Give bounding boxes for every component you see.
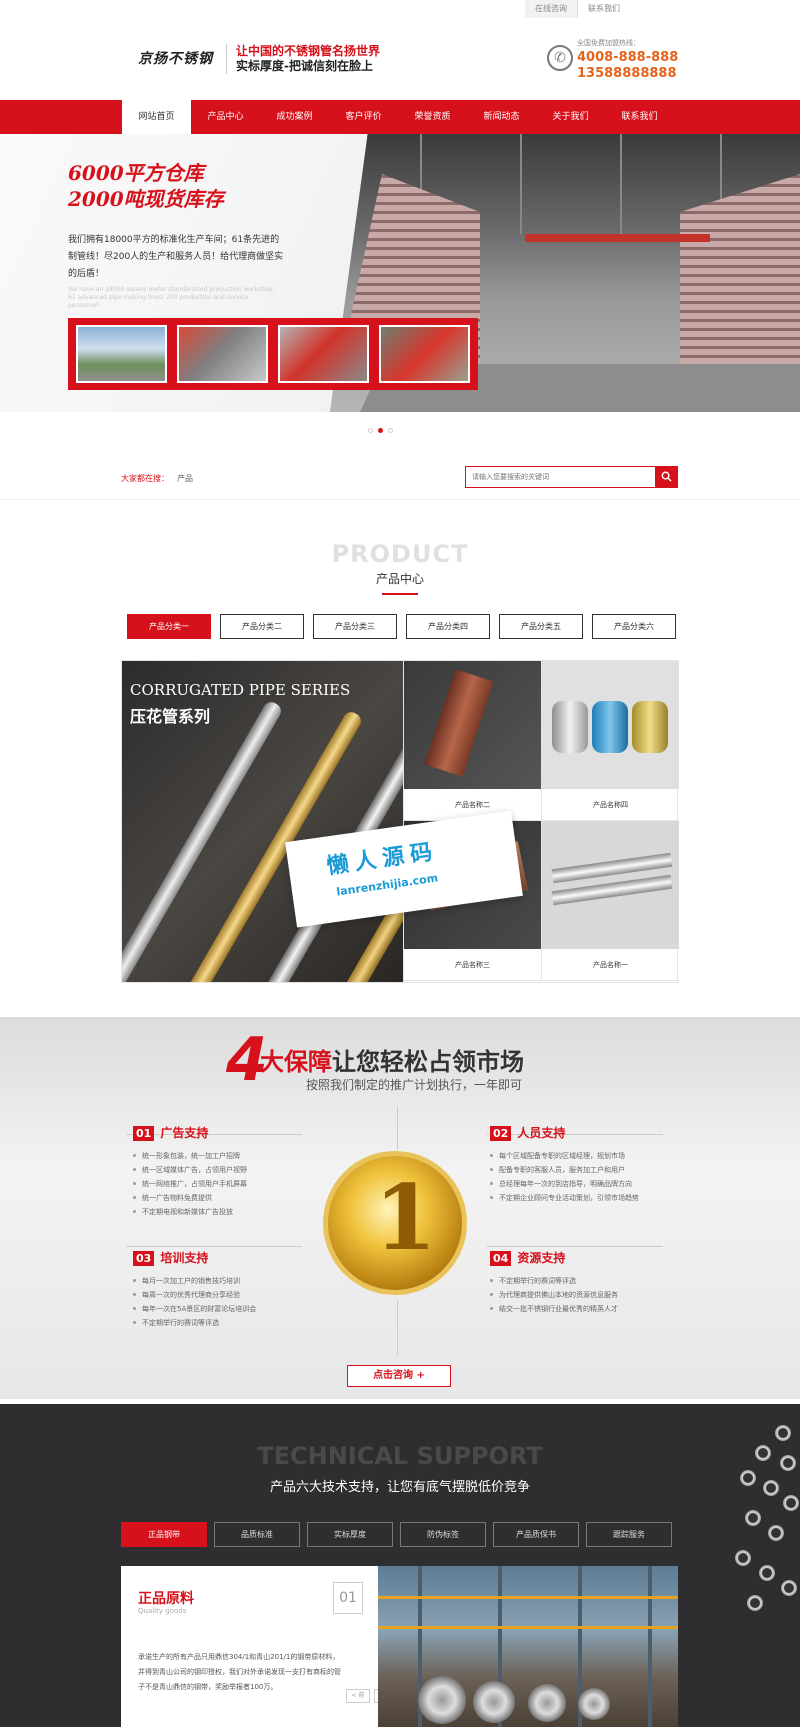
guarantee-subheading: 按照我们制定的推广计划执行，一年即可 [306,1078,523,1092]
product-tab-3[interactable]: 产品分类三 [313,614,397,639]
top-link-consult[interactable]: 在线咨询 [525,0,577,18]
hot-search-keyword[interactable]: 产品 [177,473,193,484]
search-input[interactable] [466,467,655,487]
product-tab-4[interactable]: 产品分类四 [406,614,490,639]
phone-icon: ✆ [547,45,573,71]
featured-title-cn: 压花管系列 [130,707,211,726]
product-tab-2[interactable]: 产品分类二 [220,614,304,639]
crane-beam [525,234,710,242]
nav-news[interactable]: 新闻动态 [467,100,536,134]
product-grid: CORRUGATED PIPE SERIES 压花管系列 产品名称二 产品名称四… [121,660,679,983]
tech-card-text: 承诺生产的所有产品只用鼎信304/1和青山201/1的钢带原材料，并得到青山公司… [138,1653,341,1691]
tech-card-title: 正品原料 [138,1591,194,1607]
nav-home[interactable]: 网站首页 [122,100,191,134]
breadcrumb: 大家都在搜： 产品 [0,462,800,500]
banner-headline: 6000平方仓库 2000吨现货库存 [68,161,224,211]
featured-product[interactable]: CORRUGATED PIPE SERIES 压花管系列 [122,661,403,982]
product-card[interactable]: 产品名称四 [541,661,679,821]
slider-dot-active[interactable] [378,428,383,433]
search-button[interactable] [655,467,677,487]
product-tabs: 产品分类一 产品分类二 产品分类三 产品分类四 产品分类五 产品分类六 [127,614,676,639]
nav-cases[interactable]: 成功案例 [260,100,329,134]
guarantee-box-2: 02 人员支持 每个区域配备专职的区域经理，规划市场 配备专职的客服人员，服务加工… [490,1122,670,1205]
steel-coil-factory-photo [378,1566,678,1727]
search-box [465,466,678,488]
tech-card-number: 01 [333,1582,363,1614]
tech-title-cn: 产品六大技术支持，让您有底气摆脱低价竞争 [269,1480,530,1495]
tech-tabs: 正品钢带 品质标准 实标厚度 防伪标签 产品质保书 跟踪服务 [121,1522,672,1547]
nav-about[interactable]: 关于我们 [536,100,605,134]
slogan-line-2: 实标厚度-把诚信刻在脸上 [236,59,373,73]
top-bar: 在线咨询 联系我们 [0,0,800,18]
thumb-worker-2 [278,325,369,383]
hot-search-label: 大家都在搜： [121,474,169,483]
tech-card-subtitle: Quality goods [138,1607,187,1615]
slider-dot[interactable] [368,428,373,433]
featured-title-en: CORRUGATED PIPE SERIES [130,681,351,699]
product-name[interactable]: 产品名称四 [542,789,679,821]
tech-title-en: TECHNICAL SUPPORT [257,1442,543,1470]
product-title-en: PRODUCT [331,540,469,568]
nav-reviews[interactable]: 客户评价 [329,100,398,134]
product-tab-6[interactable]: 产品分类六 [592,614,676,639]
thumb-worker-1 [177,325,268,383]
tech-tab-5[interactable]: 产品质保书 [493,1522,579,1547]
gold-medal-image: 1 [323,1151,467,1295]
top-link-contact[interactable]: 联系我们 [577,0,630,18]
hotline-phone-1: 4008-888-888 [577,50,679,65]
product-name[interactable]: 产品名称三 [404,949,541,981]
hero-banner[interactable]: 6000平方仓库 2000吨现货库存 我们拥有18000平方的标准化生产车间；6… [0,134,800,412]
slider-dots [368,428,393,433]
guarantee-box-4: 04 资源支持 不定期举行的赛词等评选 为代理商提供佛山本地的资源信息服务 结交一… [490,1247,670,1316]
consult-button[interactable]: 点击咨询 + [347,1365,451,1387]
search-icon [661,471,672,482]
product-card[interactable]: 产品名称一 [541,821,679,981]
slogan-line-1: 让中国的不锈钢管名扬世界 [236,44,381,58]
tech-support-section: TECHNICAL SUPPORT 产品六大技术支持，让您有底气摆脱低价竞争 正… [0,1404,800,1727]
hotline-phone-2: 13588888888 [577,66,677,81]
banner-thumb-strip [68,318,478,390]
guarantee-heading: 大保障让您轻松占领市场 [260,1048,524,1076]
steel-pipes-decoration [735,1425,800,1625]
product-tab-5[interactable]: 产品分类五 [499,614,583,639]
tech-tab-6[interactable]: 跟踪服务 [586,1522,672,1547]
product-card[interactable]: 产品名称二 [403,661,541,821]
header: 京扬不锈钢 让中国的不锈钢管名扬世界 实标厚度-把诚信刻在脸上 ✆ 全国免费加盟… [0,18,800,100]
tech-card: 正品原料 Quality goods 01 承诺生产的所有产品只用鼎信304/1… [121,1566,398,1727]
banner-description: 我们拥有18000平方的标准化生产车间；61条先进的制管线！尽200人的生产和服… [68,235,284,279]
slider-dot[interactable] [388,428,393,433]
top-links: 在线咨询 联系我们 [525,0,630,18]
nav-honors[interactable]: 荣誉资质 [398,100,467,134]
nav-products[interactable]: 产品中心 [191,100,260,134]
prev-button[interactable]: < 前 [346,1689,370,1703]
hotline-label: 全国免费加盟热线： [577,39,640,47]
tech-tab-3[interactable]: 实标厚度 [307,1522,393,1547]
thumb-factory [76,325,167,383]
guarantee-box-1: 01 广告支持 统一形象包装，统一加工户招牌 统一区域媒体广告，占领用户视野 统一… [133,1122,309,1219]
main-nav: 网站首页 产品中心 成功案例 客户评价 荣誉资质 新闻动态 关于我们 联系我们 [0,100,800,134]
product-tab-1[interactable]: 产品分类一 [127,614,211,639]
product-section-title: PRODUCT 产品中心 [0,540,800,595]
site-logo[interactable]: 京扬不锈钢 [138,48,213,68]
product-title-cn: 产品中心 [375,572,424,586]
banner-faint-text: We have an 18000 square meter standardiz… [68,286,275,309]
tech-tab-1[interactable]: 正品钢带 [121,1522,207,1547]
nav-contact[interactable]: 联系我们 [605,100,674,134]
guarantee-box-3: 03 培训支持 每月一次加工户的销售技巧培训 每周一次的优秀代理商分享经验 每年一… [133,1247,309,1330]
tech-tab-4[interactable]: 防伪标签 [400,1522,486,1547]
tech-tab-2[interactable]: 品质标准 [214,1522,300,1547]
slogan: 让中国的不锈钢管名扬世界 实标厚度-把诚信刻在脸上 [226,44,380,74]
product-name[interactable]: 产品名称一 [542,949,679,981]
thumb-worker-3 [379,325,470,383]
